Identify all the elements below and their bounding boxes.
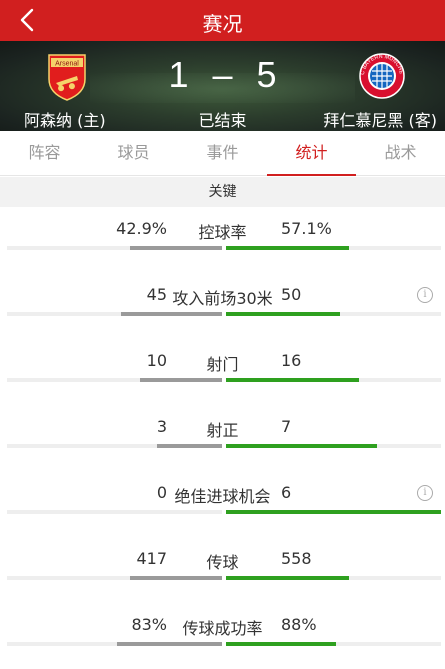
away-bar-fill <box>226 378 359 382</box>
away-bar-track <box>226 312 441 316</box>
stat-away-value: 88% <box>281 615 317 634</box>
stat-away-value: 7 <box>281 417 292 436</box>
home-bar-fill <box>130 246 222 250</box>
bayern-crest-icon: FC BAYERN MÜNCHEN <box>359 53 405 99</box>
stat-labels: 0 绝佳进球机会 6 <box>0 479 445 506</box>
top-bar: 赛况 <box>0 0 445 41</box>
stat-name: 传球 <box>206 553 239 572</box>
home-bar-fill <box>121 312 222 316</box>
home-bar-track <box>7 510 222 514</box>
stat-away-value: 16 <box>281 351 302 370</box>
stat-away-value: 50 <box>281 285 302 304</box>
stat-row: 417 传球 558 <box>0 537 445 603</box>
home-bar-track <box>7 378 222 382</box>
away-bar-fill <box>226 642 336 646</box>
stat-name: 射正 <box>206 421 239 440</box>
stat-name: 传球成功率 <box>182 619 263 638</box>
away-bar-fill <box>226 576 349 580</box>
stat-row: 45 攻入前场30米 50 i <box>0 273 445 339</box>
section-header-key: 关键 <box>0 177 445 207</box>
away-bar-fill <box>226 510 441 514</box>
stat-labels: 83% 传球成功率 88% <box>0 611 445 638</box>
stat-labels: 42.9% 控球率 57.1% <box>0 215 445 242</box>
away-bar-fill <box>226 444 377 448</box>
stat-row: 42.9% 控球率 57.1% <box>0 207 445 273</box>
stat-away-value: 6 <box>281 483 292 502</box>
stat-name: 绝佳进球机会 <box>174 487 271 506</box>
stat-row: 3 射正 7 <box>0 405 445 471</box>
home-bar-track <box>7 444 222 448</box>
tab-players[interactable]: 球员 <box>89 131 178 175</box>
tab-bar: 阵容 球员 事件 统计 战术 <box>0 131 445 176</box>
home-bar-track <box>7 246 222 250</box>
away-bar-fill <box>226 312 340 316</box>
tab-lineup[interactable]: 阵容 <box>0 131 89 175</box>
home-bar-track <box>7 312 222 316</box>
away-bar-fill <box>226 246 349 250</box>
match-header: Arsenal 1 – 5 FC BAYERN MÜNCHEN 阿森纳 (主) … <box>0 41 445 131</box>
stat-row: 0 绝佳进球机会 6 i <box>0 471 445 537</box>
away-bar-track <box>226 246 441 250</box>
home-bar-fill <box>157 444 222 448</box>
home-bar-fill <box>117 642 222 646</box>
home-score: 1 <box>168 54 189 95</box>
away-bar-track <box>226 642 441 646</box>
tab-stats[interactable]: 统计 <box>267 131 356 176</box>
away-bar-track <box>226 444 441 448</box>
tab-events[interactable]: 事件 <box>178 131 267 175</box>
away-score: 5 <box>256 54 277 95</box>
stat-name: 控球率 <box>198 223 247 242</box>
stat-row: 83% 传球成功率 88% <box>0 603 445 669</box>
stat-labels: 10 射门 16 <box>0 347 445 374</box>
stat-labels: 417 传球 558 <box>0 545 445 572</box>
tab-tactics[interactable]: 战术 <box>356 131 445 175</box>
home-bar-track <box>7 576 222 580</box>
score-separator: – <box>212 54 233 95</box>
home-bar-fill <box>130 576 222 580</box>
home-bar-track <box>7 642 222 646</box>
info-icon[interactable]: i <box>417 287 433 303</box>
stat-away-value: 57.1% <box>281 219 332 238</box>
stat-row: 10 射门 16 <box>0 339 445 405</box>
away-bar-track <box>226 510 441 514</box>
page-title: 赛况 <box>202 12 243 36</box>
away-bar-track <box>226 576 441 580</box>
info-icon[interactable]: i <box>417 485 433 501</box>
stat-name: 攻入前场30米 <box>172 289 273 308</box>
away-team-name: 拜仁慕尼黑 (客) <box>323 111 437 130</box>
away-bar-track <box>226 378 441 382</box>
stat-labels: 45 攻入前场30米 50 <box>0 281 445 308</box>
stat-name: 射门 <box>206 355 239 374</box>
stat-away-value: 558 <box>281 549 312 568</box>
home-bar-fill <box>140 378 222 382</box>
stat-labels: 3 射正 7 <box>0 413 445 440</box>
